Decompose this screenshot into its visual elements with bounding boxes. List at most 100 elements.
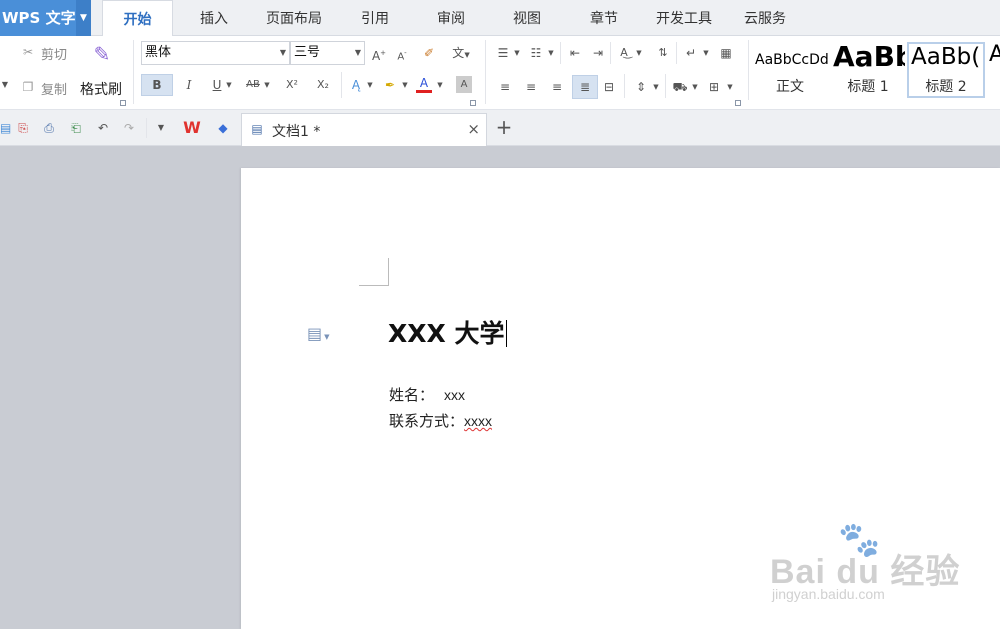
- increase-indent-icon[interactable]: ⇥: [589, 43, 607, 63]
- tab-cloud-service[interactable]: 云服务: [735, 0, 795, 36]
- paragraph-layout-icon[interactable]: ▤ ▼: [307, 324, 330, 343]
- underline-dropdown[interactable]: ▼: [225, 75, 233, 95]
- ribbon-tab-bar: WPS 文字 ▼ 开始 插入 页面布局 引用 审阅 视图 章节 开发工具 云服务: [0, 0, 1000, 37]
- italic-button[interactable]: I: [180, 75, 198, 95]
- print-preview-icon[interactable]: ⎗: [67, 118, 85, 138]
- tab-chapter[interactable]: 章节: [576, 0, 632, 36]
- text-effect-dropdown[interactable]: ▼: [366, 75, 374, 95]
- underline-button[interactable]: U: [208, 75, 226, 95]
- margin-corner-mark: [359, 258, 389, 286]
- font-color-dropdown[interactable]: ▼: [436, 75, 444, 95]
- paste-dropdown-arrow[interactable]: ▼: [0, 75, 10, 95]
- document-tab-bar: ▤ ⎘ ⎙ ⎗ ↶ ↷ ▼ W ◆ ▤ 文档1 * × +: [0, 110, 1000, 146]
- align-right-icon[interactable]: ≡: [548, 77, 566, 97]
- highlight-icon[interactable]: ✒: [381, 75, 399, 95]
- text-effect-icon[interactable]: Ą: [347, 75, 365, 95]
- borders-dropdown[interactable]: ▼: [726, 77, 734, 97]
- line-spacing-icon[interactable]: ⇕: [632, 77, 650, 97]
- redo-icon[interactable]: ↷: [120, 118, 138, 138]
- show-marks-dropdown[interactable]: ▼: [702, 43, 710, 63]
- numbered-list-dropdown[interactable]: ▼: [547, 43, 555, 63]
- character-shading-button[interactable]: A: [456, 76, 472, 93]
- export-pdf-icon[interactable]: ⎘: [15, 118, 31, 138]
- divider: [146, 118, 147, 138]
- paragraph-launcher[interactable]: [735, 100, 741, 106]
- chinese-layout-icon[interactable]: A͜: [615, 43, 633, 63]
- copy-icon[interactable]: ❐: [20, 77, 36, 97]
- line-spacing-dropdown[interactable]: ▼: [652, 77, 660, 97]
- document-tab[interactable]: ▤ 文档1 * ×: [241, 113, 487, 146]
- tab-home[interactable]: 开始: [102, 0, 173, 37]
- align-center-icon[interactable]: ≡: [522, 77, 540, 97]
- new-tab-icon[interactable]: +: [494, 117, 514, 137]
- cloud-doc-icon[interactable]: ◆: [214, 118, 232, 138]
- name-line[interactable]: 姓名： xxx: [389, 384, 465, 405]
- tab-view[interactable]: 视图: [499, 0, 555, 36]
- font-size-select[interactable]: 三号 ▼: [290, 41, 365, 65]
- tab-page-layout[interactable]: 页面布局: [255, 0, 333, 36]
- font-launcher[interactable]: [470, 100, 476, 106]
- save-icon[interactable]: ▤: [0, 118, 11, 138]
- font-color-button[interactable]: A: [416, 75, 432, 93]
- print-icon[interactable]: ⎙: [40, 118, 58, 138]
- style-normal[interactable]: AaBbCcDd 正文: [751, 42, 829, 98]
- clipboard-launcher[interactable]: [120, 100, 126, 106]
- style-heading-2[interactable]: AaBb( 标题 2: [907, 42, 985, 98]
- numbered-list-icon[interactable]: ☷: [527, 43, 545, 63]
- divider: [665, 74, 666, 98]
- distributed-align-icon[interactable]: ⊟: [600, 77, 618, 97]
- shrink-font-icon[interactable]: A-: [394, 43, 410, 63]
- undo-icon[interactable]: ↶: [94, 118, 112, 138]
- format-painter-button[interactable]: 格式刷: [80, 79, 122, 99]
- document-tab-title: 文档1 *: [272, 124, 321, 140]
- word-doc-icon: ▤: [251, 122, 263, 136]
- sort-icon[interactable]: ⇅: [654, 43, 672, 63]
- format-painter-icon[interactable]: ✎: [90, 44, 114, 64]
- scissors-icon[interactable]: ✂: [20, 42, 36, 62]
- show-marks-icon[interactable]: ↵: [683, 43, 699, 63]
- tab-insert[interactable]: 插入: [186, 0, 242, 36]
- phonetic-guide-icon[interactable]: 文▼: [448, 43, 474, 63]
- style-heading-3[interactable]: A: [987, 42, 1000, 98]
- strikethrough-dropdown[interactable]: ▼: [263, 75, 271, 95]
- contact-line[interactable]: 联系方式：xxxx: [389, 410, 492, 431]
- close-tab-icon[interactable]: ×: [467, 120, 480, 138]
- font-family-select[interactable]: 黑体 ▼: [141, 41, 290, 65]
- divider: [485, 40, 486, 104]
- subscript-button[interactable]: X₂: [313, 75, 333, 95]
- style-heading-1[interactable]: AaBb 标题 1: [831, 42, 905, 98]
- tab-developer[interactable]: 开发工具: [645, 0, 723, 36]
- app-menu-dropdown[interactable]: ▼: [76, 0, 91, 36]
- divider: [624, 74, 625, 98]
- app-menu-label: WPS 文字: [2, 9, 76, 27]
- superscript-button[interactable]: X²: [282, 75, 302, 95]
- justify-icon[interactable]: ≣: [572, 75, 598, 99]
- divider: [610, 42, 611, 64]
- tab-review[interactable]: 审阅: [423, 0, 479, 36]
- bullet-list-icon[interactable]: ☰: [494, 43, 512, 63]
- quick-access-dropdown[interactable]: ▼: [154, 118, 168, 138]
- chinese-layout-dropdown[interactable]: ▼: [635, 43, 643, 63]
- tab-references[interactable]: 引用: [348, 0, 402, 36]
- style-gallery: AaBbCcDd 正文 AaBb 标题 1 AaBb( 标题 2 A: [748, 40, 1000, 100]
- decrease-indent-icon[interactable]: ⇤: [566, 43, 584, 63]
- shading-icon[interactable]: ⛟: [671, 77, 689, 97]
- clear-format-icon[interactable]: ✐: [421, 43, 437, 63]
- document-title[interactable]: XXX 大学: [388, 314, 507, 350]
- borders-icon[interactable]: ⊞: [705, 77, 723, 97]
- highlight-dropdown[interactable]: ▼: [401, 75, 409, 95]
- cut-button[interactable]: 剪切: [41, 44, 67, 63]
- baidu-watermark: 🐾 Bai du 经验 jingyan.baidu.com: [770, 520, 961, 602]
- bullet-list-dropdown[interactable]: ▼: [513, 43, 521, 63]
- wps-logo-icon[interactable]: W: [181, 118, 203, 138]
- divider: [560, 42, 561, 64]
- bold-button[interactable]: B: [141, 74, 173, 96]
- grow-font-icon[interactable]: A+: [371, 43, 387, 63]
- divider: [341, 72, 342, 98]
- table-icon[interactable]: ▦: [717, 43, 735, 63]
- align-left-icon[interactable]: ≡: [496, 77, 514, 97]
- copy-button[interactable]: 复制: [41, 79, 67, 98]
- shading-dropdown[interactable]: ▼: [691, 77, 699, 97]
- strikethrough-button[interactable]: AB: [243, 75, 263, 95]
- app-menu-button[interactable]: WPS 文字: [0, 0, 76, 36]
